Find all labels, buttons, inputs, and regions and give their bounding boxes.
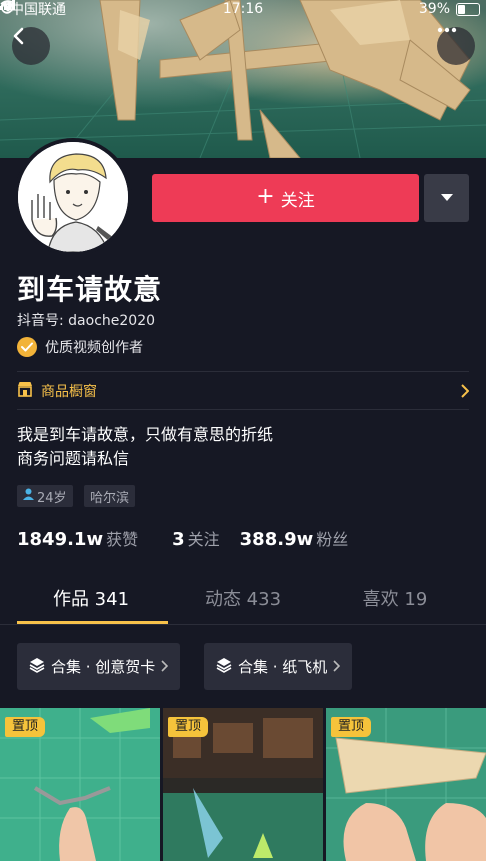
- collection-label: 合集 · 创意贺卡: [51, 658, 156, 676]
- bio-line: 我是到车请故意，只做有意思的折纸: [17, 425, 274, 444]
- video-thumbnail[interactable]: 置顶: [163, 708, 323, 861]
- divider: [17, 371, 469, 372]
- avatar[interactable]: [14, 138, 132, 256]
- profile-banner: 中国联通 17:16 39%: [0, 0, 486, 158]
- battery-percent: 39%: [418, 1, 450, 17]
- banner-image: [0, 0, 486, 158]
- more-button[interactable]: [437, 27, 475, 65]
- divider: [17, 409, 469, 410]
- chevron-right-icon: [461, 380, 470, 402]
- collection-label: 合集 · 纸飞机: [238, 658, 328, 676]
- fans-label[interactable]: 粉丝: [316, 526, 348, 550]
- age-tag: 24岁: [17, 485, 73, 507]
- fans-value[interactable]: 388.9w: [240, 529, 314, 550]
- shop-icon: [17, 381, 33, 401]
- collection-greeting-cards[interactable]: 合集 · 创意贺卡: [17, 643, 181, 690]
- carrier-label: 中国联通: [10, 2, 66, 18]
- likes-value: 1849.1w: [17, 529, 104, 550]
- video-thumbnail[interactable]: 置顶: [0, 708, 160, 861]
- plus-icon: +: [256, 184, 275, 209]
- location-tag: 哈尔滨: [84, 485, 136, 507]
- avatar-image: [18, 142, 128, 252]
- verified-row[interactable]: 优质视频创作者: [17, 337, 143, 357]
- video-thumbnail[interactable]: 置顶: [326, 708, 486, 861]
- following-value[interactable]: 3: [172, 529, 185, 550]
- tab-likes[interactable]: 喜欢 19: [314, 580, 476, 624]
- shop-window-row[interactable]: 商品橱窗: [17, 380, 470, 402]
- back-icon: [13, 27, 24, 45]
- pinned-badge: 置顶: [5, 717, 46, 737]
- stats-row: 1849.1w 获赞 3 关注 388.9w 粉丝: [17, 526, 368, 550]
- bio-line: 商务问题请私信: [17, 449, 130, 468]
- follow-label: 关注: [280, 190, 315, 211]
- pinned-badge: 置顶: [331, 717, 372, 737]
- divider: [0, 624, 486, 625]
- verified-check-icon: [17, 337, 37, 357]
- more-icon: [437, 27, 457, 33]
- battery-icon: [456, 2, 480, 16]
- chevron-right-icon: [161, 658, 169, 676]
- profile-bio: 我是到车请故意，只做有意思的折纸 商务问题请私信: [17, 423, 273, 471]
- pinned-badge: 置顶: [168, 717, 209, 737]
- follow-button[interactable]: + 关注: [152, 174, 419, 222]
- profile-name: 到车请故意: [17, 273, 163, 306]
- collection-paper-planes[interactable]: 合集 · 纸飞机: [204, 643, 353, 690]
- status-bar: 中国联通 17:16 39%: [0, 0, 486, 18]
- person-icon: [23, 488, 34, 504]
- douyin-id[interactable]: 抖音号: daoche2020: [17, 310, 155, 330]
- layers-icon: [216, 657, 232, 677]
- caret-down-icon: [440, 194, 453, 201]
- content-tabs: 作品 341 动态 433 喜欢 19: [0, 580, 486, 624]
- tab-works[interactable]: 作品 341: [10, 580, 172, 624]
- verified-label: 优质视频创作者: [45, 340, 143, 356]
- age-label: 24岁: [37, 490, 67, 506]
- layers-icon: [29, 657, 45, 677]
- recommend-dropdown-button[interactable]: [424, 174, 469, 222]
- chevron-right-icon: [333, 658, 341, 676]
- likes-label: 获赞: [106, 530, 139, 549]
- tab-posts[interactable]: 动态 433: [162, 580, 324, 624]
- shop-label: 商品橱窗: [41, 384, 97, 400]
- location-label: 哈尔滨: [90, 490, 130, 506]
- back-button[interactable]: [12, 27, 50, 65]
- following-label[interactable]: 关注: [188, 526, 220, 550]
